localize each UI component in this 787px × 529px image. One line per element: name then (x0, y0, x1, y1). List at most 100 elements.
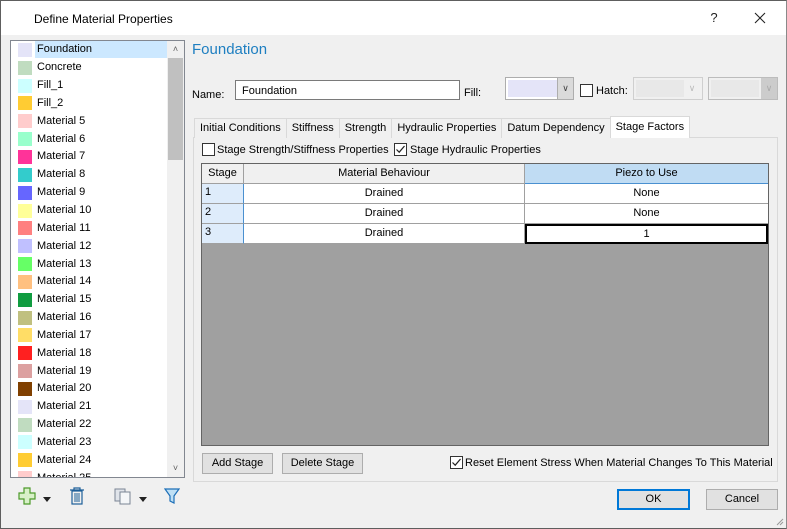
title-bar: Define Material Properties ? (1, 1, 786, 35)
table-row: 2 Drained None (202, 204, 768, 224)
material-behaviour-cell[interactable]: Drained (244, 204, 525, 224)
list-item[interactable]: Material 14 (11, 273, 169, 291)
hatch-color-dropdown[interactable]: ∨ (708, 77, 778, 100)
add-material-button[interactable] (18, 487, 36, 508)
list-item[interactable]: Material 11 (11, 219, 169, 237)
reset-stress-checkbox[interactable] (450, 456, 463, 469)
material-name: Material 23 (37, 435, 92, 448)
copy-material-dropdown[interactable] (139, 493, 147, 505)
tab-datum-dependency[interactable]: Datum Dependency (501, 118, 611, 138)
material-color-swatch (18, 364, 32, 379)
material-name: Material 20 (37, 382, 92, 395)
row-header-stage[interactable]: 2 (202, 204, 244, 224)
list-item[interactable]: Material 24 (11, 451, 169, 469)
tab-initial-conditions[interactable]: Initial Conditions (194, 118, 287, 138)
tab-stage-factors[interactable]: Stage Factors (609, 116, 691, 138)
grid-header-row: Stage Material Behaviour Piezo to Use (202, 164, 768, 184)
piezo-cell[interactable]: None (525, 204, 768, 224)
list-item[interactable]: Material 16 (11, 309, 169, 327)
name-input[interactable] (235, 80, 460, 100)
scrollbar-thumb[interactable] (168, 58, 183, 160)
material-color-swatch (18, 417, 32, 432)
list-item[interactable]: Material 18 (11, 344, 169, 362)
delete-material-button[interactable] (69, 487, 85, 508)
material-list-items: Foundation Concrete Fill_1 Fill_2 Material 5… (11, 41, 169, 478)
copy-material-button[interactable] (114, 487, 132, 508)
list-item[interactable]: Material 7 (11, 148, 169, 166)
delete-stage-button[interactable]: Delete Stage (282, 453, 363, 474)
add-material-dropdown[interactable] (43, 493, 51, 505)
close-button[interactable] (743, 4, 777, 32)
list-item[interactable]: Material 21 (11, 398, 169, 416)
tab-hydraulic-properties[interactable]: Hydraulic Properties (391, 118, 503, 138)
list-item[interactable]: Material 25 (11, 469, 169, 478)
list-item[interactable]: Material 6 (11, 130, 169, 148)
list-item[interactable]: Material 12 (11, 237, 169, 255)
checkmark-icon (452, 458, 461, 467)
material-color-swatch (18, 96, 32, 111)
material-list[interactable]: Foundation Concrete Fill_1 Fill_2 Material 5… (10, 40, 185, 478)
piezo-cell[interactable]: None (525, 184, 768, 204)
list-item[interactable]: Material 13 (11, 255, 169, 273)
list-item[interactable]: Material 22 (11, 416, 169, 434)
add-stage-button[interactable]: Add Stage (202, 453, 273, 474)
material-list-scrollbar[interactable]: ˄ ˅ (167, 41, 184, 477)
list-item[interactable]: Material 15 (11, 291, 169, 309)
chevron-down-icon[interactable]: ∨ (557, 78, 573, 99)
copy-icon (114, 488, 131, 505)
hatch-checkbox[interactable] (580, 84, 593, 97)
row-header-stage[interactable]: 1 (202, 184, 244, 204)
material-name: Material 25 (37, 471, 92, 478)
material-name: Material 22 (37, 418, 92, 431)
define-material-properties-dialog: Define Material Properties ? Foundation C… (0, 0, 787, 529)
hatch-pattern-dropdown[interactable]: ∨ (633, 77, 703, 100)
tab-stiffness[interactable]: Stiffness (285, 118, 340, 138)
trash-icon (70, 487, 84, 505)
material-color-swatch (18, 328, 32, 343)
scroll-down-icon[interactable]: ˅ (167, 460, 184, 477)
material-color-swatch (18, 471, 32, 477)
material-name: Material 13 (37, 257, 92, 270)
row-header-stage[interactable]: 3 (202, 224, 244, 244)
list-item[interactable]: Material 23 (11, 434, 169, 452)
name-label: Name: (192, 89, 225, 101)
material-behaviour-cell[interactable]: Drained (244, 184, 525, 204)
list-item[interactable]: Concrete (11, 59, 169, 77)
chevron-down-icon[interactable]: ∨ (684, 78, 700, 99)
material-color-swatch (18, 310, 32, 325)
stage-strength-checkbox[interactable] (202, 143, 215, 156)
list-item[interactable]: Fill_1 (11, 77, 169, 95)
list-item[interactable]: Material 17 (11, 327, 169, 345)
material-color-swatch (18, 239, 32, 254)
stage-hydraulic-checkbox[interactable] (394, 143, 407, 156)
list-item[interactable]: Foundation (11, 41, 169, 59)
chevron-down-icon[interactable]: ∨ (761, 78, 777, 99)
stage-factors-grid[interactable]: Stage Material Behaviour Piezo to Use 1 … (201, 163, 769, 446)
list-item[interactable]: Fill_2 (11, 95, 169, 113)
list-item[interactable]: Material 9 (11, 184, 169, 202)
list-item[interactable]: Material 8 (11, 166, 169, 184)
scroll-up-icon[interactable]: ˄ (167, 41, 184, 58)
piezo-cell-focused[interactable]: 1 (525, 224, 768, 244)
material-name: Material 17 (37, 328, 92, 341)
list-item[interactable]: Material 19 (11, 362, 169, 380)
help-button[interactable]: ? (702, 4, 726, 32)
list-item[interactable]: Material 10 (11, 202, 169, 220)
column-header-stage[interactable]: Stage (202, 164, 244, 184)
filter-button[interactable] (163, 487, 181, 508)
ok-button[interactable]: OK (617, 489, 690, 510)
column-header-piezo-to-use[interactable]: Piezo to Use (525, 164, 768, 184)
material-color-swatch (18, 346, 32, 361)
resize-grip-icon[interactable] (774, 516, 784, 526)
list-item[interactable]: Material 5 (11, 112, 169, 130)
material-name: Material 19 (37, 364, 92, 377)
tab-strength[interactable]: Strength (338, 118, 393, 138)
material-behaviour-cell[interactable]: Drained (244, 224, 525, 244)
material-color-swatch (18, 114, 32, 129)
fill-color-dropdown[interactable]: ∨ (505, 77, 574, 100)
material-name: Concrete (37, 61, 82, 74)
material-name: Fill_2 (37, 96, 64, 109)
column-header-material-behaviour[interactable]: Material Behaviour (244, 164, 525, 184)
list-item[interactable]: Material 20 (11, 380, 169, 398)
cancel-button[interactable]: Cancel (706, 489, 778, 510)
